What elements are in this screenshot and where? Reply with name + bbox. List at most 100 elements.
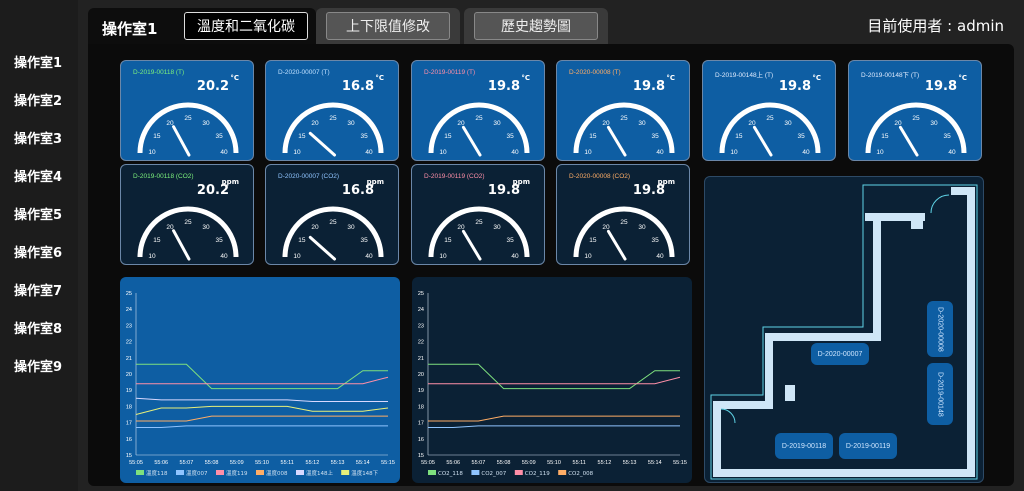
y-tick-label: 16 (418, 437, 424, 443)
gauge-card: D-2020-00007 (T) 16.8 °C 10 15 20 25 30 35 40 (265, 60, 399, 161)
gauge-card: D-2019-00118 (CO2) 20.2 ppm 10 15 20 25 30 35 40 (120, 164, 254, 265)
x-tick-label: 55:06 (154, 460, 168, 466)
gauge-tick-label: 35 (798, 133, 806, 140)
gauge-tick-label: 30 (638, 224, 646, 231)
y-tick-label: 15 (418, 453, 424, 459)
gauge-arc (573, 206, 675, 258)
gauge-arc (428, 206, 530, 258)
gauge-tick-label: 30 (347, 120, 355, 127)
gauge-tick-label: 15 (153, 133, 161, 140)
gauge-tick-label: 25 (329, 115, 337, 122)
y-tick-label: 25 (126, 291, 132, 297)
sidebar-item-room8[interactable]: 操作室8 (14, 318, 62, 337)
series-line (428, 415, 680, 422)
legend-label: 溫度148下 (351, 469, 378, 477)
gauge-arc (137, 206, 239, 258)
series-line (428, 363, 680, 390)
gauge-tick-label: 10 (876, 149, 884, 156)
gauge-tick-label: 20 (894, 120, 902, 127)
gauge-tick-label: 10 (148, 149, 156, 156)
gauge-needle (606, 229, 627, 261)
sidebar-item-room6[interactable]: 操作室6 (14, 242, 62, 261)
y-tick-label: 17 (418, 421, 424, 427)
gauge-card: D-2020-00008 (CO2) 19.8 ppm 10 15 20 25 30 35 40 (556, 164, 690, 265)
series-line (136, 363, 388, 390)
gauge-unit: ppm (366, 178, 384, 186)
gauge-tick-label: 10 (439, 149, 447, 156)
gauge-unit: °C (521, 74, 530, 82)
gauge-arc (282, 102, 384, 154)
tab-temperature-co2[interactable]: 操作室1 溫度和二氧化碳 (88, 8, 316, 44)
gauge-arc (428, 102, 530, 154)
gauge-needle (606, 125, 627, 157)
sidebar-item-room4[interactable]: 操作室4 (14, 166, 62, 185)
legend-swatch (136, 470, 144, 475)
gauge-dial: 10 15 20 25 30 35 40 (573, 206, 675, 261)
gauge-code: D-2020-00008 (CO2) (569, 173, 631, 180)
gauge-tick-label: 25 (329, 219, 337, 226)
gauge-tick-label: 20 (457, 120, 465, 127)
sidebar-item-room7[interactable]: 操作室7 (14, 280, 62, 299)
gauge-tick-label: 40 (511, 253, 519, 260)
map-sensor-2019-00119[interactable]: D-2019-00119 (839, 433, 897, 459)
y-tick-label: 24 (126, 307, 132, 313)
gauge-dial: 10 15 20 25 30 35 40 (865, 102, 967, 157)
sidebar-item-room1[interactable]: 操作室1 (14, 52, 62, 71)
legend-swatch (341, 470, 350, 475)
gauge-needle (172, 229, 191, 261)
gauge-tick-label: 35 (507, 237, 515, 244)
map-sensor-2020-00007[interactable]: D-2020-00007 (811, 343, 869, 365)
map-sensor-2019-00148[interactable]: D-2019-00148 (927, 363, 953, 425)
legend-label: 溫度007 (186, 469, 208, 477)
gauge-tick-label: 20 (748, 120, 756, 127)
y-tick-label: 20 (126, 372, 132, 378)
gauge-tick-label: 10 (148, 253, 156, 260)
gauge-tick-label: 35 (652, 237, 660, 244)
legend-swatch (514, 470, 523, 475)
gauge-tick-label: 30 (202, 120, 210, 127)
x-tick-label: 55:10 (547, 460, 561, 466)
legend-label: CO2_007 (481, 471, 506, 477)
gauge-dial: 10 15 20 25 30 35 40 (428, 102, 530, 157)
x-tick-label: 55:12 (598, 460, 612, 466)
legend-label: CO2_118 (438, 471, 463, 477)
sidebar-item-room2[interactable]: 操作室2 (14, 90, 62, 109)
sidebar-item-room3[interactable]: 操作室3 (14, 128, 62, 147)
gauge-tick-label: 25 (912, 115, 920, 122)
y-tick-label: 18 (418, 404, 424, 410)
tab-temperature-co2-label[interactable]: 溫度和二氧化碳 (184, 12, 308, 40)
tab-history-label[interactable]: 歷史趨勢圖 (474, 12, 598, 40)
gauge-unit: °C (812, 74, 821, 82)
gauge-tick-label: 25 (184, 219, 192, 226)
legend-swatch (471, 470, 480, 475)
gauge-tick-label: 15 (589, 133, 597, 140)
sidebar-item-room9[interactable]: 操作室9 (14, 356, 62, 375)
series-line (136, 376, 389, 385)
gauge-card: D-2019-00148下 (T) 19.8 °C 10 15 20 25 30 35 40 (848, 60, 982, 161)
gauge-arc (282, 206, 384, 258)
tab-limits[interactable]: 上下限值修改 (316, 8, 460, 44)
gauge-tick-label: 40 (220, 253, 228, 260)
gauge-tick-label: 30 (493, 224, 501, 231)
x-tick-label: 55:13 (623, 460, 637, 466)
co2-chart-svg: 15 16 17 18 19 20 21 22 23 24 25 55:05 55:06 55:07 55:… (418, 291, 687, 477)
tab-limits-label[interactable]: 上下限值修改 (326, 12, 450, 40)
gauge-tick-label: 15 (735, 133, 743, 140)
gauge-tick-label: 10 (293, 149, 301, 156)
gauge-code: D-2019-00119 (T) (424, 69, 476, 76)
gauge-card: D-2019-00119 (CO2) 19.8 ppm 10 15 20 25 30 35 40 (411, 164, 545, 265)
y-tick-label: 22 (418, 340, 424, 346)
gauge-needle (308, 235, 337, 261)
gauge-tick-label: 15 (444, 237, 452, 244)
series-line (136, 415, 388, 422)
tab-history[interactable]: 歷史趨勢圖 (464, 8, 608, 44)
map-sensor-2019-00118[interactable]: D-2019-00118 (775, 433, 833, 459)
gauge-tick-label: 40 (365, 253, 373, 260)
legend-label: 溫度119 (226, 469, 248, 477)
content-panel: D-2019-00118 (T) 20.2 °C 10 15 20 25 30 35 40 D-20… (88, 44, 1014, 486)
floor-plan: D-2020-00007 D-2020-00008 D-2019-00148 D… (704, 176, 984, 483)
legend-label: CO2_008 (568, 471, 593, 477)
map-sensor-2020-00008[interactable]: D-2020-00008 (927, 301, 953, 357)
gauge-tick-label: 35 (944, 133, 952, 140)
sidebar-item-room5[interactable]: 操作室5 (14, 204, 62, 223)
